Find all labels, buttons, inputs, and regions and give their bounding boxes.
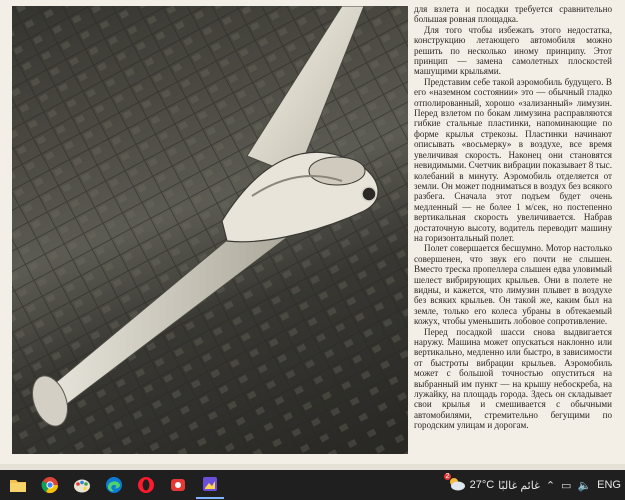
article-paragraph: Полет совершается бесшумно. Мотор настол… — [414, 243, 612, 327]
aeromobile-photo — [12, 6, 408, 454]
language-indicator[interactable]: ENG — [597, 479, 621, 491]
system-tray: 2 27°C غائم غالبًا ⌃ ▭ 🔈 ENG — [443, 470, 621, 500]
taskbar: 2 27°C غائم غالبًا ⌃ ▭ 🔈 ENG — [0, 470, 625, 500]
article-paragraph: Для того чтобы избежать этого недостатка… — [414, 24, 612, 77]
paint-icon[interactable] — [68, 471, 96, 499]
app-red-icon[interactable] — [164, 471, 192, 499]
document-viewer: для взлета и посадки требуется сравнител… — [0, 0, 625, 470]
weather-cloud-icon: 2 — [443, 472, 466, 494]
weather-badge: 2 — [443, 472, 452, 480]
article-paragraph: для взлета и посадки требуется сравнител… — [414, 4, 612, 25]
edge-icon[interactable] — [100, 471, 128, 499]
weather-widget[interactable]: 2 27°C غائم غالبًا — [443, 472, 540, 494]
network-icon[interactable]: ▭ — [561, 479, 571, 492]
article-text: для взлета и посадки требуется сравнител… — [414, 4, 612, 460]
chrome-icon[interactable] — [36, 471, 64, 499]
article-paragraph: Перед посадкой шасси снова выдвигается н… — [414, 326, 612, 431]
chevron-up-icon[interactable]: ⌃ — [546, 479, 555, 492]
weather-temp: 27°C — [469, 479, 495, 491]
opera-icon[interactable] — [132, 471, 160, 499]
file-explorer-icon[interactable] — [4, 471, 32, 499]
article-paragraph: Представим себе такой аэромобиль будущег… — [414, 76, 612, 243]
viewer-app-icon[interactable] — [196, 471, 224, 499]
photo-illustration — [12, 6, 408, 454]
speaker-icon[interactable]: 🔈 — [577, 479, 591, 492]
weather-text: غائم غالبًا — [498, 479, 540, 492]
